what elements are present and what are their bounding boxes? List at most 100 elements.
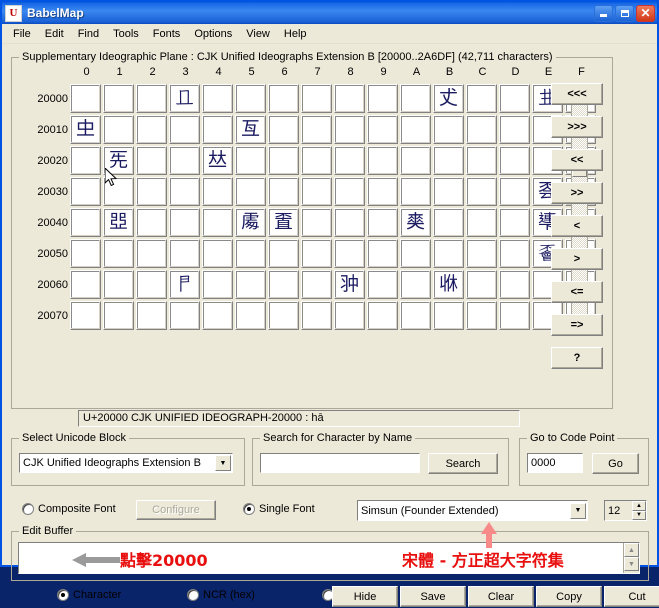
grid-cell[interactable]: 𠁲 bbox=[136, 301, 167, 330]
grid-cell[interactable]: 𠁛 bbox=[433, 239, 464, 268]
nav-prev-row-button[interactable]: <= bbox=[551, 281, 603, 303]
grid-cell[interactable]: 𠁣 bbox=[169, 270, 200, 299]
grid-cell[interactable]: 𠁦 bbox=[268, 270, 299, 299]
grid-cell[interactable]: 𠀕 bbox=[235, 115, 266, 144]
grid-cell[interactable] bbox=[433, 301, 464, 330]
grid-cell[interactable] bbox=[301, 146, 332, 175]
grid-cell[interactable]: 𠁆 bbox=[268, 208, 299, 237]
grid-cell[interactable]: 𠀺 bbox=[400, 177, 431, 206]
stepper-buttons[interactable]: ▲ ▼ bbox=[632, 501, 646, 520]
hide-button[interactable]: Hide bbox=[332, 586, 398, 607]
grid-cell[interactable]: 𠀌 bbox=[466, 84, 497, 113]
grid-cell[interactable]: 𠀚 bbox=[400, 115, 431, 144]
grid-cell[interactable] bbox=[301, 115, 332, 144]
composite-font-radio[interactable]: Composite Font bbox=[22, 503, 116, 515]
format-radio-0[interactable]: Character bbox=[57, 589, 121, 601]
grid-cell[interactable] bbox=[202, 208, 233, 237]
grid-cell[interactable]: 𠀀 bbox=[70, 84, 101, 113]
edit-buffer-scrollbar[interactable]: ▲ ▼ bbox=[623, 543, 639, 573]
grid-cell[interactable] bbox=[235, 177, 266, 206]
grid-cell[interactable]: 𠁥 bbox=[235, 270, 266, 299]
grid-cell[interactable]: 𠁱 bbox=[103, 301, 134, 330]
grid-cell[interactable] bbox=[334, 146, 365, 175]
grid-cell[interactable]: 𠁃 bbox=[169, 208, 200, 237]
grid-cell[interactable]: 𠀓 bbox=[169, 115, 200, 144]
menu-item-tools[interactable]: Tools bbox=[106, 26, 146, 42]
grid-cell[interactable]: 𠀦 bbox=[268, 146, 299, 175]
grid-cell[interactable] bbox=[268, 115, 299, 144]
grid-cell[interactable] bbox=[202, 239, 233, 268]
grid-cell[interactable]: 𠀸 bbox=[334, 177, 365, 206]
grid-cell[interactable] bbox=[400, 146, 431, 175]
grid-cell[interactable]: 𠀙 bbox=[367, 115, 398, 144]
nav-next-row-button[interactable]: => bbox=[551, 314, 603, 336]
scroll-up-icon[interactable]: ▲ bbox=[624, 543, 639, 557]
grid-cell[interactable]: 𠀈 bbox=[334, 84, 365, 113]
grid-cell[interactable]: 𠀂 bbox=[136, 84, 167, 113]
grid-cell[interactable]: 𠀍 bbox=[499, 84, 530, 113]
grid-cell[interactable]: 𠁷 bbox=[301, 301, 332, 330]
go-button[interactable]: Go bbox=[592, 453, 639, 474]
grid-cell[interactable]: 𠀅 bbox=[235, 84, 266, 113]
grid-cell[interactable] bbox=[400, 239, 431, 268]
grid-cell[interactable]: 𠁍 bbox=[499, 208, 530, 237]
grid-cell[interactable]: 𠀔 bbox=[202, 115, 233, 144]
grid-cell[interactable]: 𠀘 bbox=[334, 115, 365, 144]
nav-first-button[interactable]: <<< bbox=[551, 83, 603, 105]
grid-cell[interactable]: 𠀑 bbox=[103, 115, 134, 144]
menu-item-find[interactable]: Find bbox=[71, 26, 106, 42]
stepper-down-icon[interactable]: ▼ bbox=[632, 511, 646, 521]
grid-cell[interactable]: 𠀐 bbox=[70, 115, 101, 144]
grid-cell[interactable]: 𠀹 bbox=[367, 177, 398, 206]
grid-cell[interactable]: 𠁉 bbox=[367, 208, 398, 237]
grid-cell[interactable]: 𠁅 bbox=[235, 208, 266, 237]
grid-cell[interactable]: 𠀇 bbox=[301, 84, 332, 113]
menu-item-help[interactable]: Help bbox=[277, 26, 314, 42]
grid-cell[interactable]: 𠀋 bbox=[433, 84, 464, 113]
font-size-stepper[interactable]: 12 ▲ ▼ bbox=[604, 500, 647, 521]
grid-cell[interactable]: 𠁧 bbox=[301, 270, 332, 299]
grid-cell[interactable]: 𠀩 bbox=[367, 146, 398, 175]
grid-cell[interactable]: 𠁓 bbox=[169, 239, 200, 268]
font-name-select[interactable]: Simsun (Founder Extended) ▼ bbox=[357, 500, 588, 521]
grid-cell[interactable]: 𠁇 bbox=[301, 208, 332, 237]
grid-cell[interactable]: 𠀄 bbox=[202, 84, 233, 113]
format-radio-1[interactable]: NCR (hex) bbox=[187, 589, 255, 601]
grid-cell[interactable]: 𠀽 bbox=[499, 177, 530, 206]
grid-cell[interactable]: 𠀤 bbox=[202, 146, 233, 175]
chevron-down-icon[interactable]: ▼ bbox=[570, 503, 586, 519]
grid-cell[interactable]: 𠁽 bbox=[499, 301, 530, 330]
grid-cell[interactable] bbox=[367, 239, 398, 268]
grid-cell[interactable] bbox=[499, 239, 530, 268]
grid-cell[interactable]: 𠀛 bbox=[433, 115, 464, 144]
grid-cell[interactable]: 𠁋 bbox=[433, 208, 464, 237]
save-button[interactable]: Save bbox=[400, 586, 466, 607]
grid-cell[interactable]: 𠀣 bbox=[169, 146, 200, 175]
grid-cell[interactable]: 𠁈 bbox=[334, 208, 365, 237]
grid-cell[interactable]: 𠁕 bbox=[235, 239, 266, 268]
grid-cell[interactable]: 𠁒 bbox=[136, 239, 167, 268]
clear-button[interactable]: Clear bbox=[468, 586, 534, 607]
grid-cell[interactable]: 𠁌 bbox=[466, 208, 497, 237]
grid-cell[interactable]: 𠀁 bbox=[103, 84, 134, 113]
grid-cell[interactable]: 𠁠 bbox=[70, 270, 101, 299]
grid-cell[interactable] bbox=[136, 177, 167, 206]
unicode-block-select[interactable]: CJK Unified Ideographs Extension B ▼ bbox=[19, 453, 233, 473]
minimize-button[interactable] bbox=[594, 5, 613, 22]
grid-cell[interactable] bbox=[268, 84, 299, 113]
grid-cell[interactable] bbox=[400, 301, 431, 330]
nav-prev-block-button[interactable]: << bbox=[551, 149, 603, 171]
menu-item-fonts[interactable]: Fonts bbox=[146, 26, 188, 42]
grid-cell[interactable]: 𠀼 bbox=[466, 177, 497, 206]
grid-cell[interactable]: 𠁭 bbox=[499, 270, 530, 299]
grid-cell[interactable]: 𠀬 bbox=[466, 146, 497, 175]
grid-cell[interactable]: 𠁼 bbox=[466, 301, 497, 330]
grid-cell[interactable]: 𠀃 bbox=[169, 84, 200, 113]
nav-prev-page-button[interactable]: < bbox=[551, 215, 603, 237]
close-button[interactable]: ✕ bbox=[636, 5, 655, 22]
single-font-radio[interactable]: Single Font bbox=[243, 503, 315, 515]
menu-item-file[interactable]: File bbox=[6, 26, 38, 42]
nav-last-button[interactable]: >>> bbox=[551, 116, 603, 138]
grid-cell[interactable] bbox=[202, 177, 233, 206]
grid-cell[interactable] bbox=[235, 301, 266, 330]
